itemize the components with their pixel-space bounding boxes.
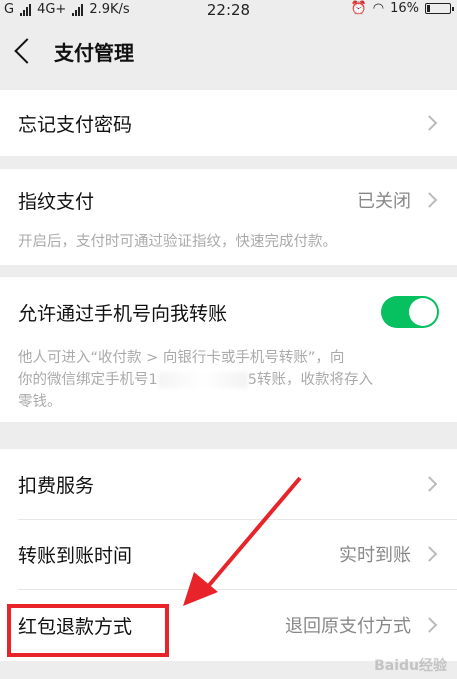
battery-percent: 16% <box>390 1 419 16</box>
forgot-password-label: 忘记支付密码 <box>18 113 133 136</box>
section-fingerprint: 指纹支付 已关闭 开启后，支付时可通过验证指纹，快速完成付款。 <box>0 169 457 265</box>
page-title: 支付管理 <box>54 40 134 65</box>
description-line-1: 他人可进入“收付款 > 向银行卡或手机号转账”，向 <box>18 350 345 366</box>
alarm-icon: ⏰ <box>350 1 367 16</box>
description-line-2-suffix: 5转账，收款将存入 <box>247 372 373 388</box>
nav-header: 支付管理 <box>0 20 457 82</box>
chevron-right-icon <box>421 617 438 633</box>
wifi-icon: ◠ <box>372 1 385 16</box>
battery-icon <box>425 3 454 14</box>
phone-transfer-toggle[interactable] <box>381 296 439 328</box>
transfer-time-row[interactable]: 转账到账时间 实时到账 <box>0 519 457 589</box>
status-bar: G 4G+ 2.9K/s 22:28 ⏰ ◠ 16% <box>0 0 457 20</box>
section-forgot-password: 忘记支付密码 <box>0 90 457 156</box>
toggle-knob <box>409 298 437 326</box>
description-line-2-prefix: 你的微信绑定手机号1 <box>18 372 158 388</box>
transfer-time-value: 实时到账 <box>339 545 411 566</box>
transfer-time-label: 转账到账时间 <box>18 544 133 567</box>
fingerprint-label: 指纹支付 <box>18 190 95 213</box>
annotation-highlight-box <box>7 604 169 657</box>
watermark: Baidu经验 <box>374 658 447 674</box>
section-phone-transfer: 允许通过手机号向我转账 他人可进入“收付款 > 向银行卡或手机号转账”，向 你的… <box>0 277 457 422</box>
deduction-row[interactable]: 扣费服务 <box>0 449 457 519</box>
chevron-right-icon <box>421 192 438 208</box>
redacted-phone-number <box>157 372 248 388</box>
deduction-label: 扣费服务 <box>18 474 95 497</box>
description-line-3: 零钱。 <box>18 394 62 410</box>
phone-transfer-row: 允许通过手机号向我转账 <box>0 277 457 347</box>
fingerprint-description: 开启后，支付时可通过验证指纹，快速完成付款。 <box>18 234 337 250</box>
red-packet-refund-value: 退回原支付方式 <box>285 616 411 637</box>
back-arrow-icon[interactable] <box>14 38 40 64</box>
forgot-password-row[interactable]: 忘记支付密码 <box>0 90 457 156</box>
phone-transfer-description: 他人可进入“收付款 > 向银行卡或手机号转账”，向 你的微信绑定手机号1 5转账，… <box>0 347 457 413</box>
phone-transfer-label: 允许通过手机号向我转账 <box>18 302 228 325</box>
fingerprint-status: 已关闭 <box>357 191 411 212</box>
chevron-right-icon <box>421 546 438 562</box>
description-line-2: 你的微信绑定手机号1 5转账，收款将存入 <box>18 369 439 391</box>
chevron-right-icon <box>421 476 438 492</box>
chevron-right-icon <box>421 115 438 131</box>
fingerprint-row[interactable]: 指纹支付 已关闭 <box>0 169 457 231</box>
